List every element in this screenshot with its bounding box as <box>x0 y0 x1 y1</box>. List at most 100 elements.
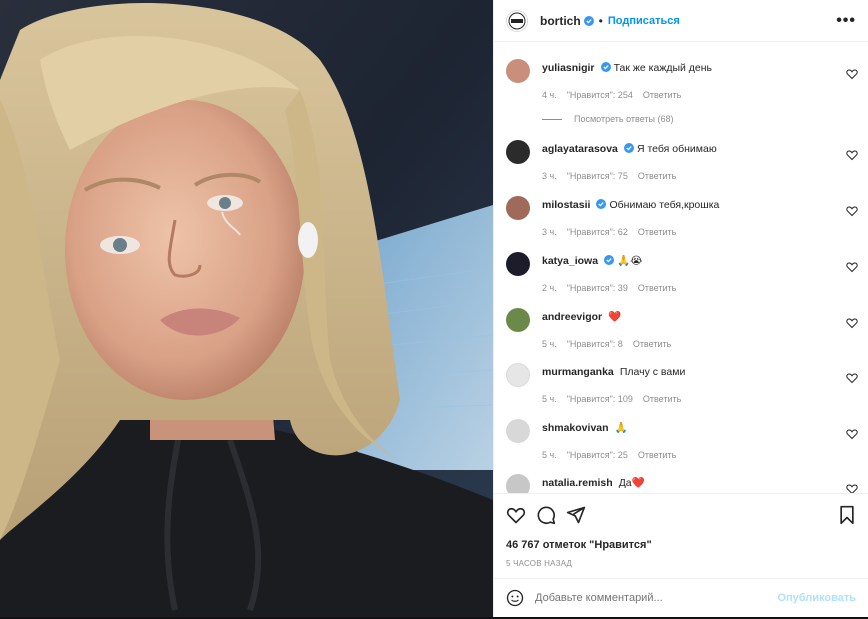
post-actions: 46 767 отметок "Нравится" 5 ЧАСОВ НАЗАД <box>494 493 868 578</box>
comment-item: katya_iowa 🙏😭 2 ч. "Нравится": 39 Ответи… <box>506 251 858 293</box>
more-options-icon[interactable]: ••• <box>836 12 856 30</box>
comment-text: 🙏 <box>614 422 628 434</box>
comment-likes[interactable]: "Нравится": 62 <box>567 227 628 237</box>
comment-time: 5 ч. <box>542 450 557 460</box>
comment-username[interactable]: andreevigor <box>542 311 602 323</box>
comment-item: milostasii Обнимаю тебя,крошка 3 ч. "Нра… <box>506 195 858 237</box>
reply-button[interactable]: Ответить <box>643 90 681 100</box>
like-comment-heart-icon[interactable] <box>846 261 858 273</box>
share-plane-icon[interactable] <box>566 505 586 525</box>
comment-time: 5 ч. <box>542 339 557 349</box>
like-comment-heart-icon[interactable] <box>846 428 858 440</box>
author-avatar[interactable] <box>506 9 528 32</box>
commenter-avatar[interactable] <box>506 252 530 276</box>
comment-text: Я тебя обнимаю <box>636 143 717 155</box>
publish-button[interactable]: Опубликовать <box>777 592 856 604</box>
author-username[interactable]: bortich <box>540 14 581 28</box>
action-icons <box>506 504 856 526</box>
verified-badge-icon <box>623 143 634 153</box>
comment-meta: 5 ч. "Нравится": 109 Ответить <box>542 394 858 404</box>
add-comment-bar: Опубликовать <box>494 578 868 617</box>
comment-likes[interactable]: "Нравится": 8 <box>567 339 623 349</box>
post-modal: bortich • Подписаться ••• yuliasnigir Та… <box>0 0 868 619</box>
comment-time: 5 ч. <box>542 394 557 404</box>
comment-meta: 4 ч. "Нравится": 254 Ответить <box>542 90 858 100</box>
reply-button[interactable]: Ответить <box>638 171 676 181</box>
comment-item: andreevigor ❤️ 5 ч. "Нравится": 8 Ответи… <box>506 307 858 349</box>
comment-item: aglayatarasova Я тебя обнимаю 3 ч. "Нрав… <box>506 139 858 181</box>
comment-item: yuliasnigir Так же каждый день 4 ч. "Нра… <box>506 58 858 124</box>
reply-button[interactable]: Ответить <box>643 394 681 404</box>
comment-username[interactable]: aglayatarasova <box>542 143 618 155</box>
comment-text: Так же каждый день <box>613 62 713 74</box>
header-separator: • <box>598 13 603 28</box>
follow-button[interactable]: Подписаться <box>608 15 680 27</box>
comment-text: Плачу с вами <box>619 366 686 378</box>
like-comment-heart-icon[interactable] <box>846 68 858 80</box>
comment-time: 3 ч. <box>542 227 557 237</box>
reply-button[interactable]: Ответить <box>633 339 671 349</box>
verified-badge-icon <box>596 199 607 209</box>
comment-meta: 3 ч. "Нравится": 62 Ответить <box>542 227 858 237</box>
replies-divider <box>542 118 562 120</box>
commenter-avatar[interactable] <box>506 419 530 443</box>
comment-likes[interactable]: "Нравится": 39 <box>567 283 628 293</box>
comment-input[interactable] <box>535 592 778 604</box>
commenter-avatar[interactable] <box>506 140 530 164</box>
comment-username[interactable]: yuliasnigir <box>542 62 595 74</box>
view-replies-label: Посмотреть ответы (68) <box>574 114 674 124</box>
post-photo-image <box>0 0 493 617</box>
commenter-avatar[interactable] <box>506 474 530 493</box>
comment-text: ❤️ <box>608 311 622 323</box>
comment-bubble-icon[interactable] <box>536 505 556 525</box>
like-comment-heart-icon[interactable] <box>846 149 858 161</box>
comment-username[interactable]: katya_iowa <box>542 255 598 267</box>
comment-meta: 3 ч. "Нравится": 75 Ответить <box>542 171 858 181</box>
reply-button[interactable]: Ответить <box>638 283 676 293</box>
commenter-avatar[interactable] <box>506 363 530 387</box>
commenter-avatar[interactable] <box>506 59 530 83</box>
comments-panel: bortich • Подписаться ••• yuliasnigir Та… <box>493 0 868 617</box>
verified-badge-icon <box>600 62 611 72</box>
comment-username[interactable]: natalia.remish <box>542 477 613 489</box>
view-replies-button[interactable]: Посмотреть ответы (68) <box>542 114 858 124</box>
comment-likes[interactable]: "Нравится": 254 <box>567 90 633 100</box>
post-time[interactable]: 5 ЧАСОВ НАЗАД <box>506 559 856 568</box>
comment-time: 4 ч. <box>542 90 557 100</box>
comment-likes[interactable]: "Нравится": 109 <box>567 394 633 404</box>
comment-item: shmakovivan 🙏 5 ч. "Нравится": 25 Ответи… <box>506 418 858 460</box>
comment-username[interactable]: milostasii <box>542 199 590 211</box>
comment-text: Обнимаю тебя,крошка <box>609 199 720 211</box>
commenter-avatar[interactable] <box>506 308 530 332</box>
comment-likes[interactable]: "Нравится": 75 <box>567 171 628 181</box>
comment-time: 2 ч. <box>542 283 557 293</box>
comment-item: natalia.remish Да❤️ <box>506 473 858 493</box>
bookmark-icon[interactable] <box>838 505 856 525</box>
like-heart-icon[interactable] <box>506 505 526 525</box>
likes-count[interactable]: 46 767 отметок "Нравится" <box>506 539 856 551</box>
like-comment-heart-icon[interactable] <box>846 483 858 493</box>
like-comment-heart-icon[interactable] <box>846 317 858 329</box>
comment-item: murmanganka Плачу с вами 5 ч. "Нравится"… <box>506 362 858 404</box>
post-photo[interactable] <box>0 0 493 617</box>
emoji-icon[interactable] <box>506 589 524 607</box>
comments-list[interactable]: yuliasnigir Так же каждый день 4 ч. "Нра… <box>494 42 868 493</box>
reply-button[interactable]: Ответить <box>638 450 676 460</box>
comment-time: 3 ч. <box>542 171 557 181</box>
comment-meta: 2 ч. "Нравится": 39 Ответить <box>542 283 858 293</box>
reply-button[interactable]: Ответить <box>638 227 676 237</box>
like-comment-heart-icon[interactable] <box>846 372 858 384</box>
comment-likes[interactable]: "Нравится": 25 <box>567 450 628 460</box>
verified-badge-icon <box>604 255 615 265</box>
comment-text: 🙏😭 <box>617 255 643 267</box>
comment-username[interactable]: shmakovivan <box>542 422 609 434</box>
comment-text: Да❤️ <box>618 477 645 489</box>
author-logo-icon <box>508 12 526 29</box>
like-comment-heart-icon[interactable] <box>846 205 858 217</box>
verified-badge-icon <box>583 15 594 26</box>
comment-meta: 5 ч. "Нравится": 25 Ответить <box>542 450 858 460</box>
comment-username[interactable]: murmanganka <box>542 366 614 378</box>
post-header: bortich • Подписаться ••• <box>494 0 868 42</box>
commenter-avatar[interactable] <box>506 196 530 220</box>
comment-meta: 5 ч. "Нравится": 8 Ответить <box>542 339 858 349</box>
